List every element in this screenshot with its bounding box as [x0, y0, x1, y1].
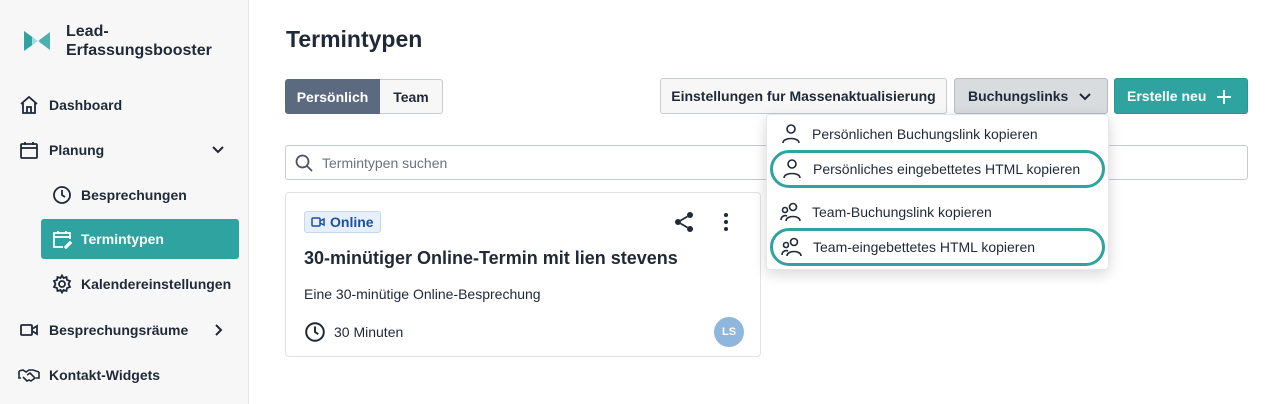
chevron-down-icon [1079, 93, 1091, 101]
page-title: Termintypen [286, 26, 423, 52]
calendar-edit-icon [51, 228, 73, 250]
menu-item-copy-personal-link[interactable]: Persönlichen Buchungslink kopieren [767, 115, 1110, 153]
card-description: Eine 30-minütige Online-Besprechung [304, 286, 541, 302]
video-icon [311, 217, 325, 227]
sidebar: Lead- Erfassungsbooster Dashboard Planun… [0, 0, 249, 404]
person-icon [783, 159, 801, 179]
menu-item-copy-team-link[interactable]: Team-Buchungslink kopieren [767, 193, 1110, 231]
tab-team[interactable]: Team [380, 79, 443, 114]
menu-item-copy-team-html[interactable]: Team-eingebettetes HTML kopieren [770, 228, 1105, 266]
sidebar-item-planung[interactable]: Planung [18, 130, 240, 170]
person-icon [782, 124, 800, 144]
avatar: LS [714, 317, 744, 347]
video-icon [18, 319, 40, 341]
more-vertical-icon[interactable] [716, 210, 736, 234]
handshake-icon [18, 364, 40, 386]
plus-icon [1217, 90, 1231, 104]
booking-links-dropdown: Persönlichen Buchungslink kopieren Persö… [766, 114, 1109, 270]
create-new-button[interactable]: Erstelle neu [1114, 78, 1248, 114]
online-badge: Online [304, 211, 381, 233]
event-type-card[interactable]: Online 30-minütiger Online-Termin mit li… [285, 192, 761, 357]
booking-links-button[interactable]: Buchungslinks [954, 78, 1108, 114]
sidebar-item-termintypen[interactable]: Termintypen [41, 219, 239, 259]
gear-icon [51, 273, 73, 295]
home-icon [18, 94, 40, 116]
sidebar-item-besprechungen[interactable]: Besprechungen [41, 175, 239, 215]
calendar-icon [18, 139, 40, 161]
search-icon [295, 154, 313, 172]
card-title[interactable]: 30-minütiger Online-Termin mit lien stev… [304, 248, 678, 269]
sidebar-item-dashboard[interactable]: Dashboard [18, 85, 240, 125]
chevron-right-icon [215, 324, 223, 336]
card-duration: 30 Minuten [304, 321, 403, 343]
brand-name: Lead- Erfassungsbooster [66, 23, 212, 59]
brand[interactable]: Lead- Erfassungsbooster [22, 22, 212, 60]
sidebar-item-kontakt-widgets[interactable]: Kontakt-Widgets [18, 355, 240, 395]
sidebar-item-kalendereinstellungen[interactable]: Kalendereinstellungen [41, 264, 239, 304]
chevron-down-icon [212, 146, 224, 154]
search-input[interactable] [322, 154, 722, 171]
sidebar-item-besprechungsraeume[interactable]: Besprechungsräume [18, 310, 240, 350]
share-icon[interactable] [672, 210, 696, 234]
menu-item-copy-personal-html[interactable]: Persönliches eingebettetes HTML kopieren [770, 150, 1105, 188]
brand-logo-icon [24, 31, 50, 51]
team-icon [781, 237, 802, 257]
tab-personal[interactable]: Persönlich [285, 79, 380, 114]
mass-update-button[interactable]: Einstellungen fur Massenaktualisierung [660, 78, 947, 114]
clock-icon [51, 184, 73, 206]
clock-icon [305, 322, 325, 342]
team-icon [780, 202, 801, 222]
